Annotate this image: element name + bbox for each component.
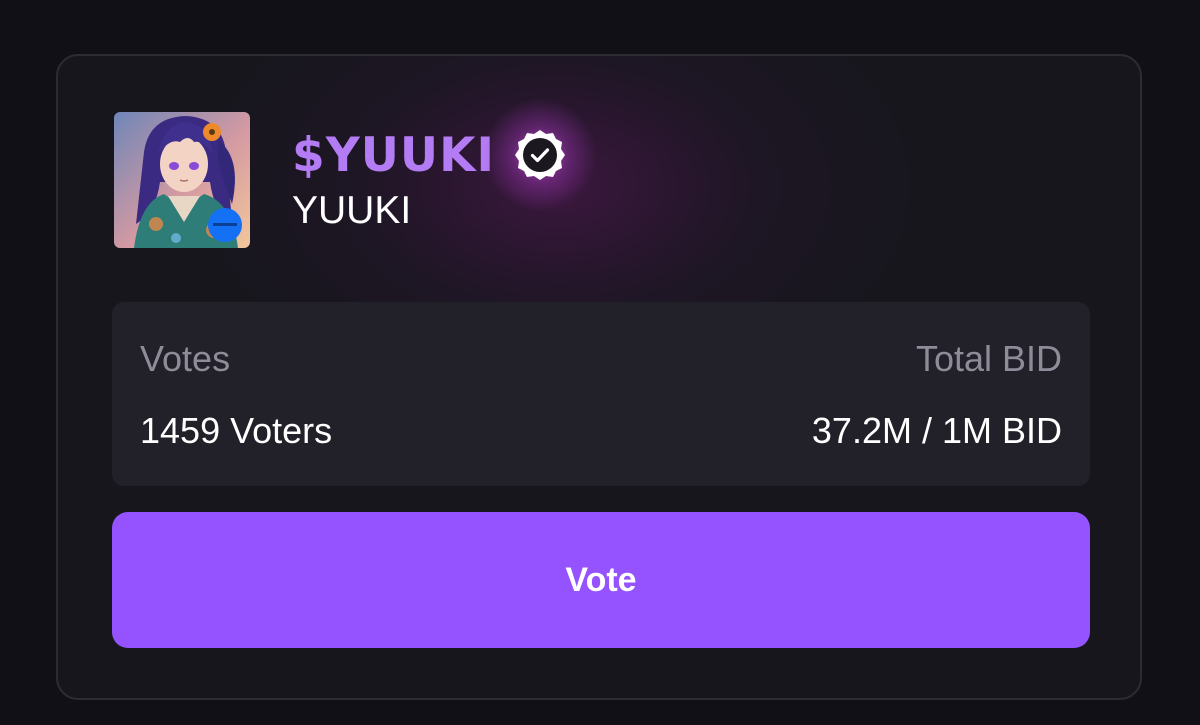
vote-button[interactable]: Vote — [112, 512, 1090, 648]
voters-count: 1459 Voters — [140, 410, 333, 451]
stats-panel: Votes Total BID 1459 Voters 37.2M / 1M B… — [112, 302, 1090, 486]
token-name: YUUKI — [292, 189, 412, 232]
token-ticker: $YUUKI — [292, 127, 495, 183]
token-avatar — [114, 112, 250, 248]
avatar-illustration — [114, 112, 250, 248]
vote-button-label: Vote — [565, 560, 637, 599]
verified-check-svg — [514, 130, 565, 180]
votes-label: Votes — [140, 338, 231, 379]
ticker-row: $YUUKI — [292, 98, 597, 212]
total-bid-value: 37.2M / 1M BID — [811, 410, 1062, 451]
total-bid-label: Total BID — [915, 338, 1062, 379]
verified-check-icon — [482, 98, 597, 212]
token-header: $YUUKI YUUKI — [112, 98, 912, 250]
token-vote-card: $YUUKI YUUKI Votes Total BID 1459 Voters… — [56, 54, 1142, 700]
